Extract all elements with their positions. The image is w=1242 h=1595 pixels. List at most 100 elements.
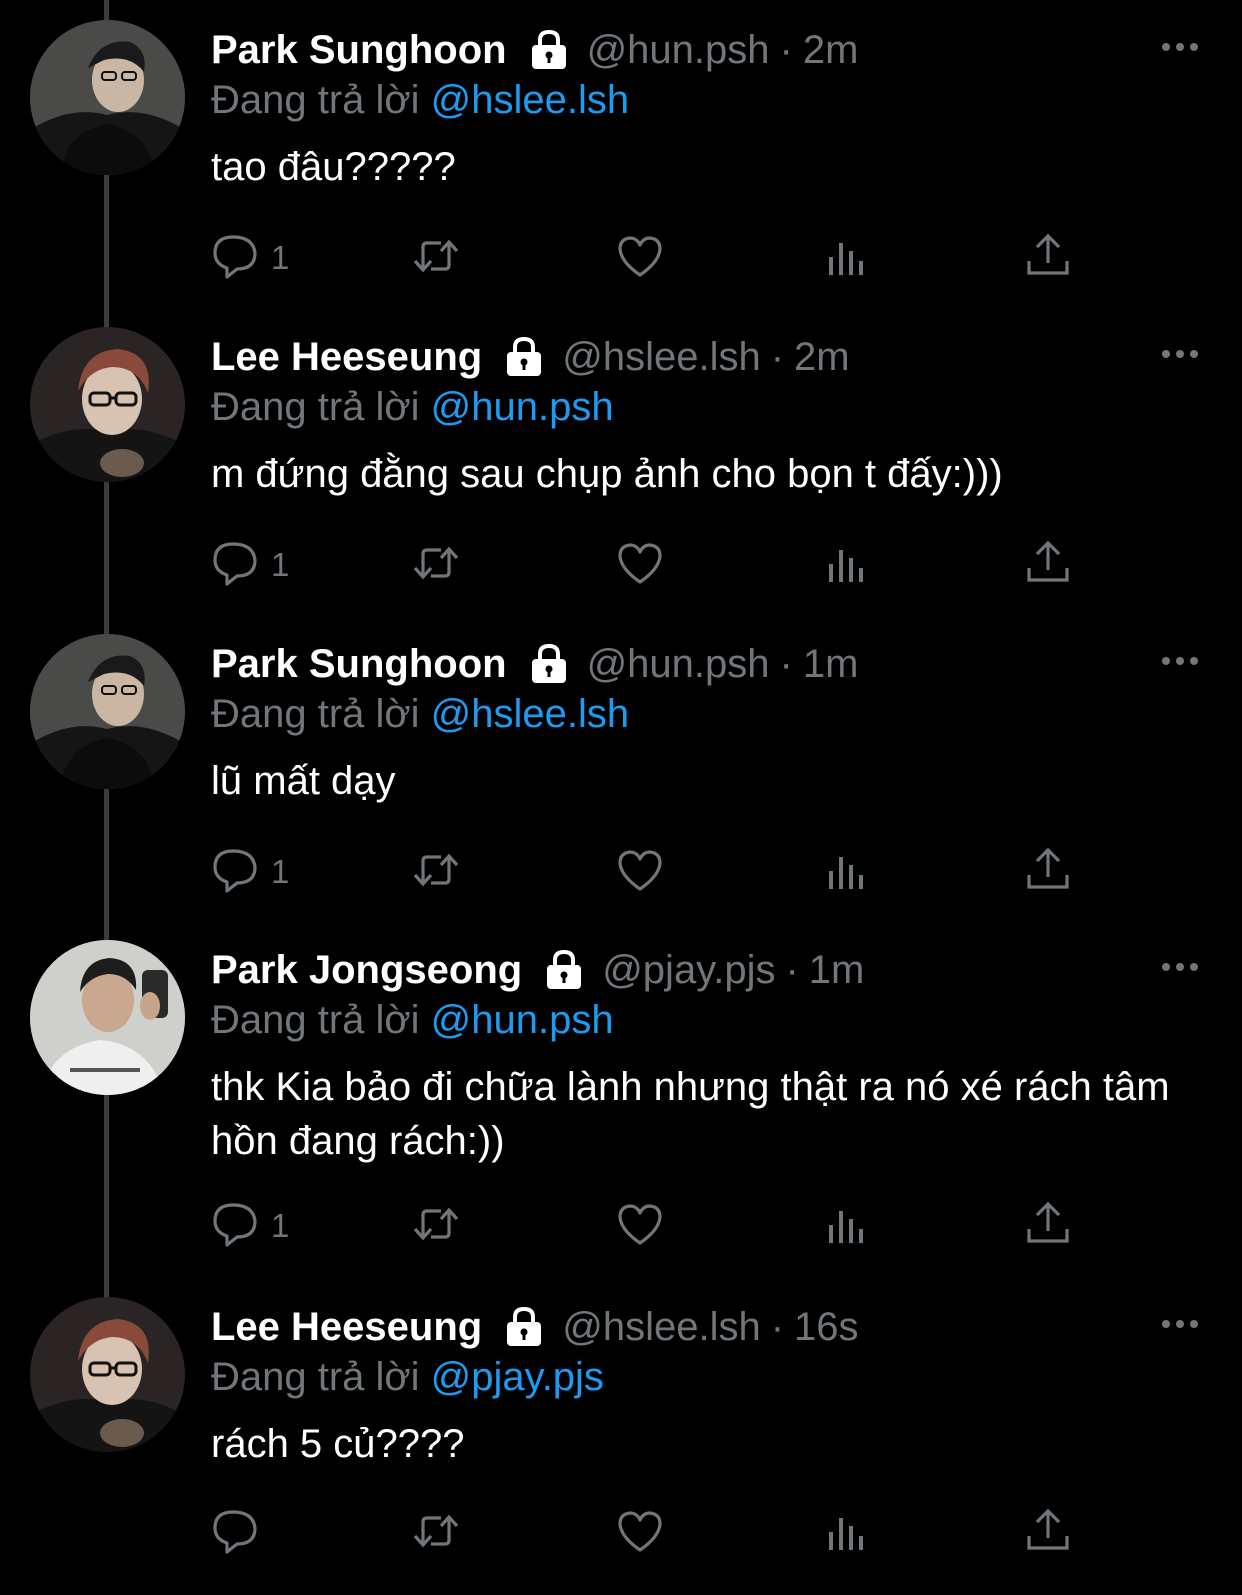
replying-to-handle[interactable]: @hslee.lsh: [431, 692, 629, 736]
more-icon[interactable]: [1160, 40, 1200, 54]
reply-count: 1: [271, 1207, 290, 1244]
avatar[interactable]: [30, 940, 185, 1095]
share-button[interactable]: [1023, 230, 1073, 286]
replying-to-handle[interactable]: @hun.psh: [431, 998, 614, 1042]
display-name[interactable]: Lee Heeseung: [211, 1303, 482, 1351]
views-icon: [821, 845, 871, 900]
more-icon[interactable]: [1160, 1317, 1200, 1331]
views-icon: [821, 538, 871, 593]
separator-dot: ·: [779, 28, 793, 72]
views-button[interactable]: [821, 844, 871, 900]
reply-icon: [211, 231, 261, 286]
like-icon: [615, 1506, 665, 1561]
username[interactable]: @hslee.lsh: [562, 1303, 760, 1351]
reply-count: 1: [271, 546, 290, 583]
reply-icon: [211, 538, 261, 593]
replying-to-label: Đang trả lời: [211, 385, 420, 429]
timestamp[interactable]: 2m: [803, 26, 859, 74]
retweet-button[interactable]: [411, 844, 461, 900]
like-icon: [615, 1199, 665, 1254]
views-icon: [821, 1506, 871, 1561]
tweet-text: m đứng đằng sau chụp ảnh cho bọn t đấy:)…: [211, 452, 1003, 496]
like-button[interactable]: [615, 1198, 665, 1254]
replying-to-handle[interactable]: @hun.psh: [431, 385, 614, 429]
like-button[interactable]: [615, 230, 665, 286]
replying-to: Đang trả lời @hun.psh: [211, 383, 614, 431]
reply-icon: [211, 1506, 261, 1561]
replying-to-handle[interactable]: @hslee.lsh: [431, 78, 629, 122]
display-name[interactable]: Park Sunghoon: [211, 26, 507, 74]
replying-to-handle[interactable]: @pjay.pjs: [431, 1355, 604, 1399]
lock-icon: [504, 335, 544, 379]
lock-icon: [544, 948, 584, 992]
username[interactable]: @pjay.pjs: [602, 946, 775, 994]
tweet[interactable]: Lee Heeseung @hslee.lsh · 2m Đang trả lờ…: [0, 307, 1242, 613]
avatar[interactable]: [30, 20, 185, 175]
replying-to-label: Đang trả lời: [211, 78, 420, 122]
tweet-header: Park Sunghoon @hun.psh · 2m: [211, 26, 858, 74]
replying-to-label: Đang trả lời: [211, 998, 420, 1042]
separator-dot: ·: [785, 948, 799, 992]
lock-icon: [504, 1305, 544, 1349]
tweet-header: Lee Heeseung @hslee.lsh · 16s: [211, 1303, 859, 1351]
tweet[interactable]: Park Jongseong @pjay.pjs · 1m Đang trả l…: [0, 920, 1242, 1278]
views-button[interactable]: [821, 1198, 871, 1254]
share-button[interactable]: [1023, 1198, 1073, 1254]
timestamp[interactable]: 2m: [794, 333, 850, 381]
retweet-button[interactable]: [411, 1505, 461, 1561]
timestamp[interactable]: 1m: [809, 946, 865, 994]
username[interactable]: @hun.psh: [587, 640, 770, 688]
share-icon: [1023, 231, 1073, 286]
views-icon: [821, 231, 871, 286]
more-icon[interactable]: [1160, 654, 1200, 668]
display-name[interactable]: Lee Heeseung: [211, 333, 482, 381]
retweet-icon: [411, 538, 461, 593]
retweet-icon: [411, 845, 461, 900]
tweet-header: Park Jongseong @pjay.pjs · 1m: [211, 946, 864, 994]
reply-button[interactable]: [211, 1505, 271, 1561]
tweet-text: lũ mất dạy: [211, 759, 396, 803]
views-button[interactable]: [821, 537, 871, 593]
reply-button[interactable]: 1: [211, 230, 289, 286]
share-icon: [1023, 1506, 1073, 1561]
avatar[interactable]: [30, 327, 185, 482]
tweet-text: thk Kia bảo đi chữa lành nhưng thật ra n…: [211, 1065, 1170, 1163]
separator-dot: ·: [770, 335, 785, 379]
tweet[interactable]: Lee Heeseung @hslee.lsh · 16s Đang trả l…: [0, 1277, 1242, 1595]
reply-button[interactable]: 1: [211, 537, 289, 593]
retweet-button[interactable]: [411, 1198, 461, 1254]
username[interactable]: @hslee.lsh: [562, 333, 760, 381]
like-icon: [615, 231, 665, 286]
tweet[interactable]: Park Sunghoon @hun.psh · 1m Đang trả lời…: [0, 614, 1242, 920]
retweet-button[interactable]: [411, 230, 461, 286]
share-button[interactable]: [1023, 844, 1073, 900]
separator-dot: ·: [779, 642, 793, 686]
username[interactable]: @hun.psh: [587, 26, 770, 74]
views-icon: [821, 1199, 871, 1254]
like-button[interactable]: [615, 844, 665, 900]
replying-to: Đang trả lời @pjay.pjs: [211, 1353, 604, 1401]
avatar[interactable]: [30, 634, 185, 789]
views-button[interactable]: [821, 230, 871, 286]
retweet-icon: [411, 1199, 461, 1254]
tweet-header: Lee Heeseung @hslee.lsh · 2m: [211, 333, 850, 381]
share-button[interactable]: [1023, 537, 1073, 593]
timestamp[interactable]: 16s: [794, 1303, 859, 1351]
reply-icon: [211, 1199, 261, 1254]
tweet[interactable]: Park Sunghoon @hun.psh · 2m Đang trả lời…: [0, 0, 1242, 306]
share-icon: [1023, 845, 1073, 900]
tweet-actions: 1: [211, 1198, 1091, 1254]
share-button[interactable]: [1023, 1505, 1073, 1561]
retweet-button[interactable]: [411, 537, 461, 593]
reply-button[interactable]: 1: [211, 1198, 289, 1254]
views-button[interactable]: [821, 1505, 871, 1561]
more-icon[interactable]: [1160, 347, 1200, 361]
timestamp[interactable]: 1m: [803, 640, 859, 688]
avatar[interactable]: [30, 1297, 185, 1452]
more-icon[interactable]: [1160, 960, 1200, 974]
like-button[interactable]: [615, 537, 665, 593]
like-button[interactable]: [615, 1505, 665, 1561]
display-name[interactable]: Park Jongseong: [211, 946, 522, 994]
display-name[interactable]: Park Sunghoon: [211, 640, 507, 688]
reply-button[interactable]: 1: [211, 844, 289, 900]
